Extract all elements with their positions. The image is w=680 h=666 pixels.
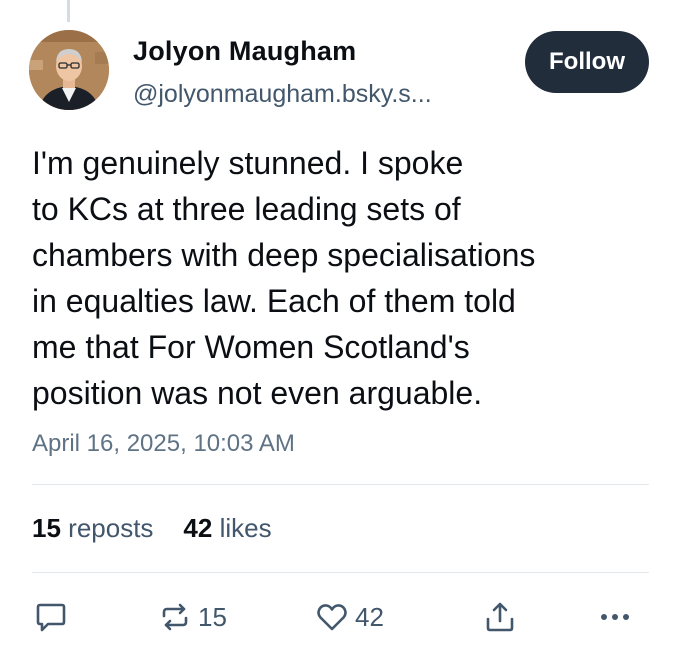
- divider: [32, 572, 649, 573]
- thread-line: [67, 0, 70, 22]
- likes-stat[interactable]: 42 likes: [183, 513, 271, 543]
- repost-button[interactable]: 15: [158, 597, 227, 637]
- post-text-line: chambers with deep specialisations: [32, 237, 536, 273]
- post-text-line: position was not even arguable.: [32, 375, 483, 411]
- follow-button[interactable]: Follow: [525, 31, 649, 93]
- post-text: I'm genuinely stunned. I spoke to KCs at…: [32, 140, 672, 416]
- avatar[interactable]: [29, 30, 109, 110]
- likes-label: likes: [219, 513, 272, 543]
- reposts-label: reposts: [68, 513, 154, 543]
- reposts-stat[interactable]: 15 reposts: [32, 513, 153, 543]
- heart-icon: [317, 604, 347, 631]
- reply-icon: [36, 603, 66, 632]
- engagement-stats: 15 reposts 42 likes: [32, 513, 272, 544]
- post-text-line: me that For Women Scotland's: [32, 329, 470, 365]
- more-icon: [601, 614, 629, 620]
- post-text-line: to KCs at three leading sets of: [32, 191, 461, 227]
- likes-count: 42: [183, 513, 213, 543]
- post-text-line: in equalties law. Each of them told: [32, 283, 516, 319]
- author-handle[interactable]: @jolyonmaugham.bsky.s...: [133, 80, 432, 109]
- repost-count: 15: [198, 601, 227, 632]
- post-timestamp[interactable]: April 16, 2025, 10:03 AM: [32, 430, 295, 458]
- divider: [32, 484, 649, 485]
- more-options-button[interactable]: [598, 597, 632, 637]
- repost-icon: [162, 603, 188, 631]
- reposts-count: 15: [32, 513, 61, 543]
- avatar-photo: [29, 30, 109, 110]
- reply-button[interactable]: [34, 597, 68, 637]
- like-count: 42: [355, 601, 384, 632]
- share-button[interactable]: [483, 597, 517, 637]
- share-icon: [486, 602, 514, 632]
- author-name[interactable]: Jolyon Maugham: [133, 36, 356, 67]
- like-button[interactable]: 42: [315, 597, 384, 637]
- post-text-line: I'm genuinely stunned. I spoke: [32, 145, 464, 181]
